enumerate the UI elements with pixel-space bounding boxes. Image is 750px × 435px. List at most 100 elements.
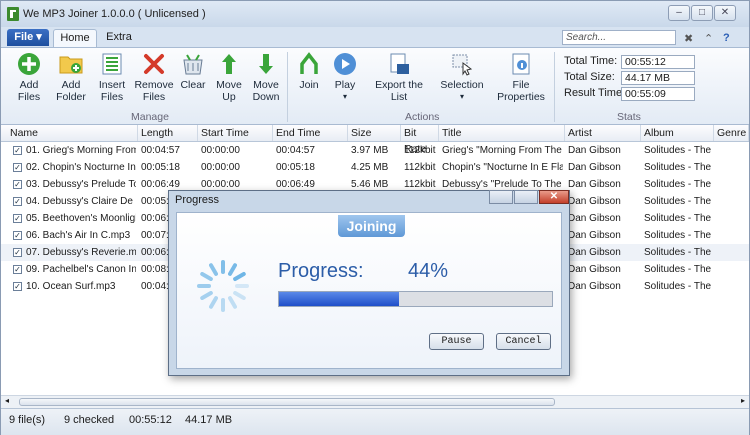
ribbon-separator: [287, 52, 288, 122]
cell-artist: Dan Gibson: [568, 196, 621, 207]
selection-dropdown-icon: ▾: [459, 92, 464, 101]
row-checkbox[interactable]: ✓: [13, 282, 22, 291]
table-row[interactable]: ✓ 01. Grieg's Morning From... 00:04:57 00:0…: [1, 142, 749, 159]
play-label: Play: [334, 79, 356, 91]
dialog-close-button[interactable]: ✕: [539, 190, 569, 204]
tab-home[interactable]: Home: [53, 29, 97, 47]
play-dropdown-icon: ▾: [342, 92, 347, 101]
join-button[interactable]: Join: [293, 52, 325, 91]
help-icon[interactable]: ?: [723, 32, 730, 44]
progress-dialog: Progress ✕ Joining Progress: 44% Pause C…: [168, 190, 570, 376]
play-icon: [334, 53, 356, 75]
cell-title: Grieg's "Morning From The Pie...: [442, 145, 563, 156]
column-header-bit-rate[interactable]: Bit Rate: [401, 125, 439, 155]
column-header-end-time[interactable]: End Time: [273, 125, 348, 141]
group-label-stats: Stats: [617, 111, 641, 123]
folder-add-icon: [59, 56, 83, 74]
collapse-ribbon-icon[interactable]: ⌃: [704, 32, 713, 45]
total-size-value: 44.17 MB: [621, 71, 695, 85]
dialog-content: Joining Progress: 44% Pause Cancel: [176, 212, 562, 369]
cell-start: 00:00:00: [201, 162, 240, 173]
group-label-manage: Manage: [131, 111, 169, 123]
minimize-button[interactable]: –: [668, 5, 690, 21]
clear-label: Clear: [180, 79, 206, 91]
column-header-length[interactable]: Length: [138, 125, 198, 141]
move-down-label: Move Down: [252, 79, 280, 103]
add-icon: [18, 53, 40, 75]
insert-files-button[interactable]: Insert Files: [94, 52, 130, 103]
cell-name: 09. Pachelbel's Canon In D...: [26, 264, 136, 275]
scrollbar-thumb[interactable]: [19, 398, 555, 406]
maximize-button[interactable]: □: [691, 5, 713, 21]
title-bar[interactable]: We MP3 Joiner 1.0.0.0 ( Unlicensed ) – □…: [1, 1, 749, 27]
row-checkbox[interactable]: ✓: [13, 248, 22, 257]
scroll-left-icon[interactable]: ◂: [5, 396, 9, 405]
progress-percent: 44%: [408, 260, 449, 282]
row-checkbox[interactable]: ✓: [13, 231, 22, 240]
progress-label: Progress:: [278, 260, 364, 282]
cell-artist: Dan Gibson: [568, 247, 621, 258]
remove-icon: [144, 54, 164, 74]
dialog-maximize-button[interactable]: [514, 190, 538, 204]
file-properties-button[interactable]: File Properties: [495, 52, 547, 103]
dialog-minimize-button[interactable]: [489, 190, 513, 204]
cell-name: 05. Beethoven's Moonlight...: [26, 213, 136, 224]
cell-start: 00:00:00: [201, 145, 240, 156]
column-header-genre[interactable]: Genre: [714, 125, 749, 141]
move-up-label: Move Up: [216, 79, 242, 103]
column-header-album[interactable]: Album: [641, 125, 714, 141]
move-up-button[interactable]: Move Up: [213, 52, 245, 103]
search-input[interactable]: Search...: [562, 30, 676, 45]
main-window: We MP3 Joiner 1.0.0.0 ( Unlicensed ) – □…: [0, 0, 750, 435]
cancel-button[interactable]: Cancel: [496, 333, 551, 350]
horizontal-scrollbar[interactable]: ◂ ▸: [1, 395, 749, 408]
cell-name: 04. Debussy's Claire De Lu...: [26, 196, 136, 207]
remove-files-label: Remove Files: [134, 79, 174, 103]
progress-bar-fill: [279, 292, 400, 306]
row-checkbox[interactable]: ✓: [13, 146, 22, 155]
file-properties-icon: [512, 53, 530, 75]
export-list-button[interactable]: Export the List: [373, 52, 425, 103]
table-row[interactable]: ✓ 02. Chopin's Nocturne In E... 00:05:18 00…: [1, 159, 749, 176]
close-button[interactable]: ✕: [714, 5, 736, 21]
group-label-actions: Actions: [405, 111, 440, 123]
add-folder-button[interactable]: Add Folder: [49, 52, 93, 103]
scroll-right-icon[interactable]: ▸: [741, 396, 745, 405]
pause-button[interactable]: Pause: [429, 333, 484, 350]
row-checkbox[interactable]: ✓: [13, 197, 22, 206]
column-header-title[interactable]: Title: [439, 125, 565, 141]
play-button[interactable]: Play ▾: [329, 52, 361, 103]
clear-search-icon[interactable]: ✖: [684, 32, 693, 45]
column-header-start-time[interactable]: Start Time: [198, 125, 273, 141]
total-size-label: Total Size:: [564, 71, 615, 83]
cell-album: Solitudes - The...: [644, 230, 712, 241]
cell-length: 00:04:57: [141, 145, 180, 156]
cell-artist: Dan Gibson: [568, 162, 621, 173]
add-files-label: Add Files: [17, 79, 41, 103]
cell-artist: Dan Gibson: [568, 213, 621, 224]
row-checkbox[interactable]: ✓: [13, 163, 22, 172]
selection-button[interactable]: Selection ▾: [439, 52, 485, 103]
total-time-label: Total Time:: [564, 55, 618, 67]
column-header-size[interactable]: Size: [348, 125, 401, 141]
move-down-button[interactable]: Move Down: [248, 52, 284, 103]
clear-button[interactable]: Clear: [177, 52, 209, 91]
selection-label: Selection: [440, 79, 484, 91]
cell-bitrate: 112kbit: [404, 145, 436, 156]
progress-bar: [278, 291, 553, 307]
row-checkbox[interactable]: ✓: [13, 180, 22, 189]
ribbon-tabs: File ▾ Home Extra Search... ✖ ⌃ ?: [1, 27, 749, 48]
table-header: Name Length Start Time End Time Size Bit…: [1, 125, 749, 155]
remove-files-button[interactable]: Remove Files: [133, 52, 175, 103]
tab-extra[interactable]: Extra: [99, 29, 139, 46]
export-document-icon: [390, 53, 409, 74]
column-header-artist[interactable]: Artist: [565, 125, 641, 141]
cell-artist: Dan Gibson: [568, 281, 621, 292]
loading-spinner-icon: [197, 260, 249, 312]
cell-bitrate: 112kbit: [404, 162, 436, 173]
column-header-name[interactable]: Name: [7, 125, 138, 141]
add-files-button[interactable]: Add Files: [9, 52, 49, 103]
file-menu-tab[interactable]: File ▾: [7, 29, 49, 46]
row-checkbox[interactable]: ✓: [13, 265, 22, 274]
row-checkbox[interactable]: ✓: [13, 214, 22, 223]
